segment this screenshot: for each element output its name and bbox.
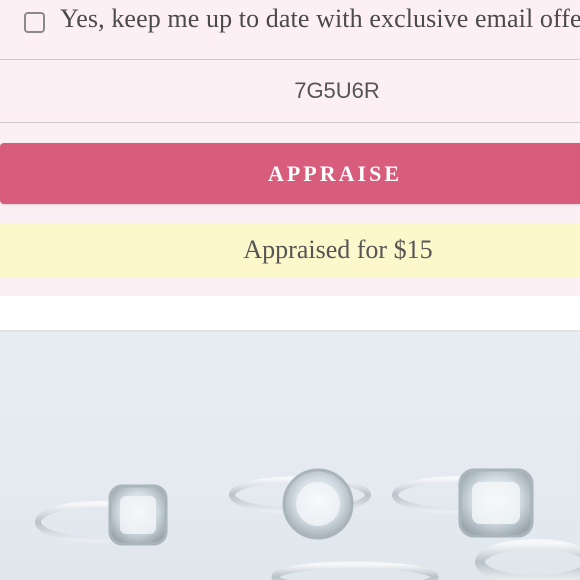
product-photo xyxy=(0,332,580,580)
appraisal-result-text: Appraised for $15 xyxy=(243,235,433,264)
ring-4 xyxy=(271,561,439,580)
email-consent-checkbox[interactable] xyxy=(24,12,45,33)
email-consent-row[interactable]: Yes, keep me up to date with exclusive e… xyxy=(0,0,580,58)
email-consent-label[interactable]: Yes, keep me up to date with exclusive e… xyxy=(60,4,580,34)
ring-5 xyxy=(475,539,580,580)
ring-1 xyxy=(35,484,168,546)
ring-2 xyxy=(229,468,371,540)
ring-3 xyxy=(392,468,534,538)
code-input[interactable] xyxy=(0,60,580,122)
appraise-button[interactable]: APPRAISE xyxy=(0,143,580,204)
rings-illustration xyxy=(35,468,580,580)
code-field[interactable] xyxy=(0,59,580,123)
appraisal-result-banner: Appraised for $15 xyxy=(0,223,580,277)
appraise-panel: Yes, keep me up to date with exclusive e… xyxy=(0,0,580,296)
